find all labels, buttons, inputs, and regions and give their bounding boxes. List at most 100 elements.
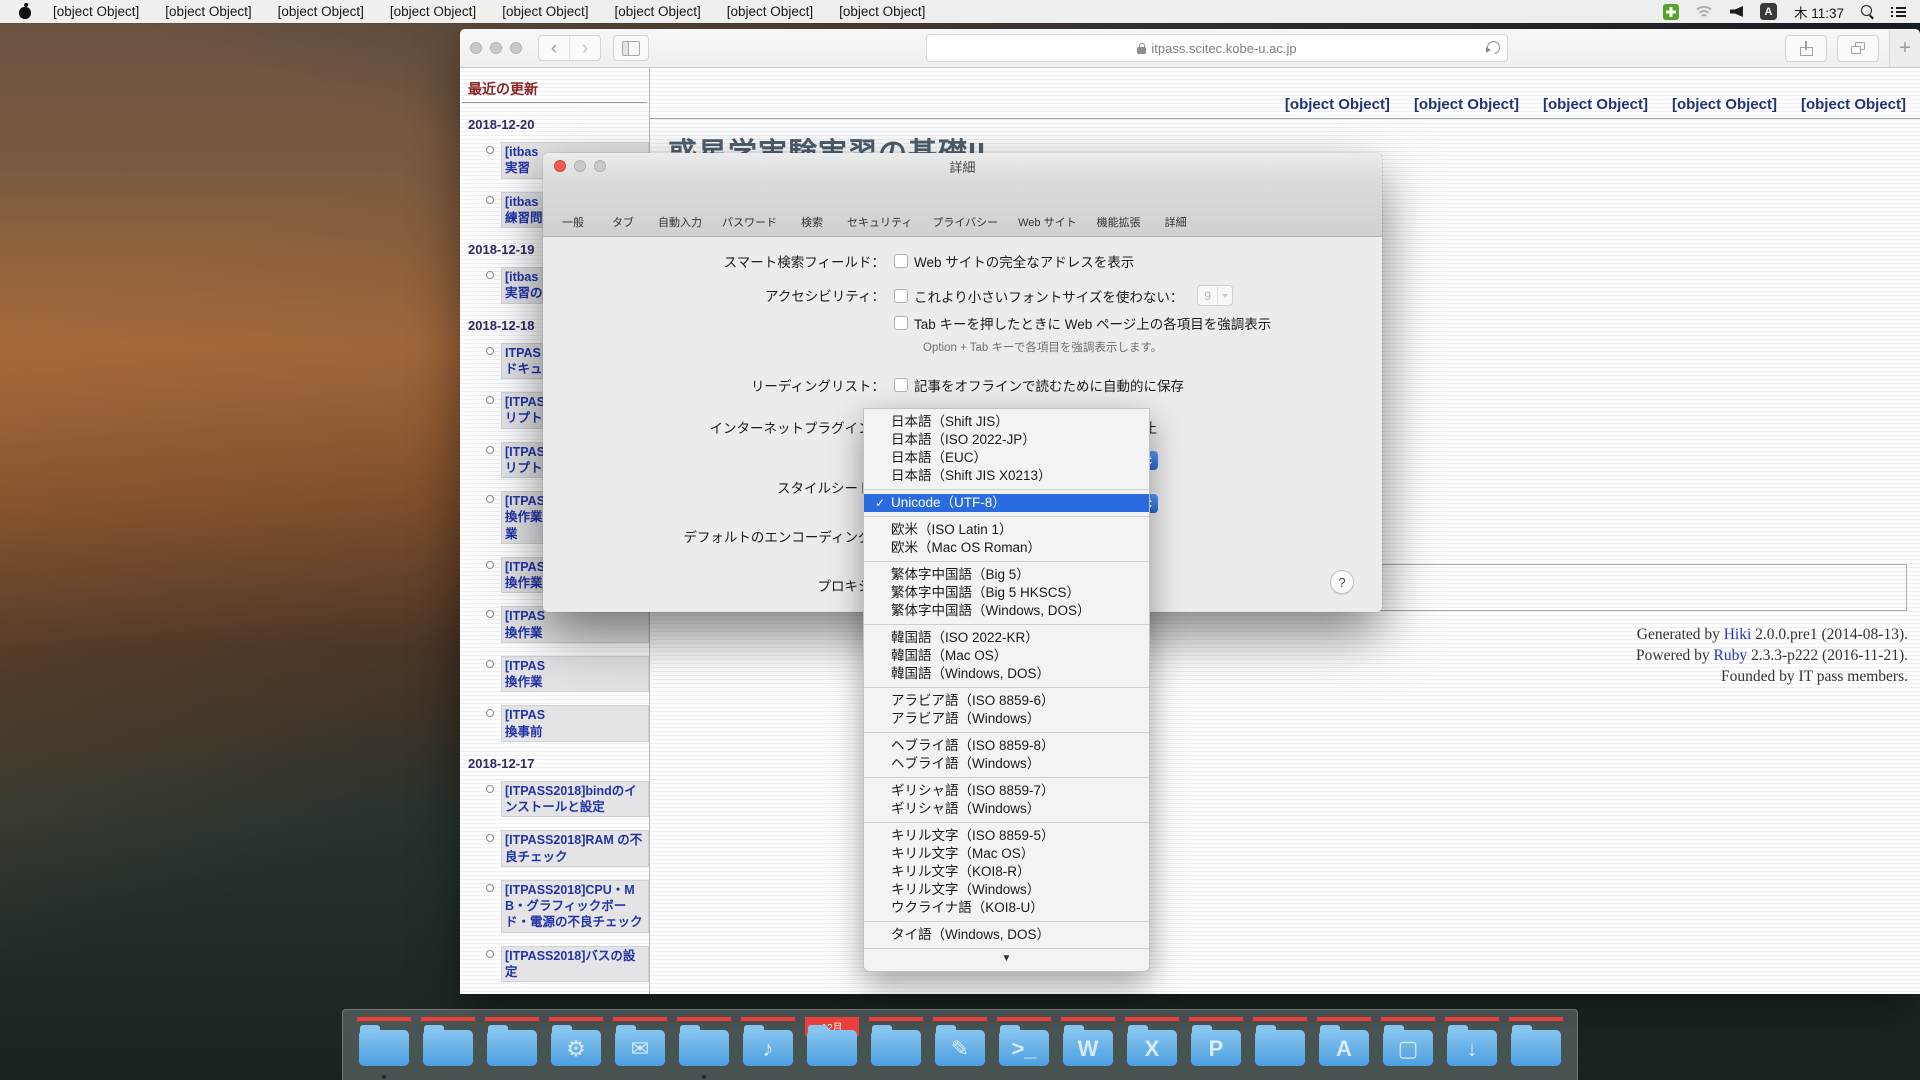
sidebar-link[interactable]: [ITPASS2018]bindのインストールと設定 (501, 781, 649, 818)
menu-item[interactable]: [object Object] (614, 4, 700, 19)
preferences-toolbar-item[interactable]: セキュリティ (842, 181, 917, 233)
menu-item[interactable]: ギリシャ語（ISO 8859-7） (864, 782, 1149, 800)
dock-item[interactable] (485, 1017, 539, 1071)
dock-item[interactable] (677, 1017, 731, 1071)
dock-item[interactable]: W (1061, 1017, 1115, 1071)
menu-item[interactable]: 日本語（EUC） (864, 449, 1149, 467)
font-size-select[interactable]: 9 (1197, 285, 1233, 306)
checkbox-box[interactable] (894, 254, 908, 268)
dock-item[interactable]: ↓ (1445, 1017, 1499, 1071)
checkbox-box[interactable] (894, 378, 908, 392)
menu-item[interactable]: キリル文字（KOI8-R） (864, 863, 1149, 881)
sidebar-link[interactable]: [ITPASS2018]バスの設定 (501, 946, 649, 983)
checkbox[interactable]: Web サイトの完全なアドレスを表示 (885, 251, 1134, 271)
menu-item[interactable]: 欧米（Mac OS Roman） (864, 539, 1149, 557)
preferences-toolbar-item[interactable]: 詳細 (1156, 181, 1196, 233)
site-nav-link[interactable]: [object Object] (1285, 96, 1390, 113)
menu-item[interactable]: ヘブライ語（Windows） (864, 755, 1149, 773)
dock-item[interactable] (357, 1017, 411, 1071)
menu-item[interactable]: 欧米（ISO Latin 1） (864, 521, 1149, 539)
close-button[interactable] (470, 42, 482, 54)
menu-item[interactable]: [object Object] (278, 4, 364, 19)
dock-item[interactable]: 12月 20 (805, 1017, 859, 1071)
dock-item[interactable]: ✎ (933, 1017, 987, 1071)
menu-item[interactable]: [object Object] (727, 4, 813, 19)
menu-item[interactable]: 日本語（ISO 2022-JP） (864, 431, 1149, 449)
site-nav-link[interactable]: [object Object] (1414, 96, 1519, 113)
preferences-toolbar-item[interactable]: タブ (603, 181, 643, 233)
menu-scroll-down[interactable]: ▼ (864, 948, 1149, 967)
menu-item[interactable]: [object Object] (839, 4, 925, 19)
help-button[interactable]: ? (1330, 570, 1354, 594)
menu-item[interactable]: 日本語（Shift JIS） (864, 413, 1149, 431)
minimize-button[interactable] (490, 42, 502, 54)
dock-item[interactable]: ⚙ (549, 1017, 603, 1071)
menu-item[interactable]: ヘブライ語（ISO 8859-8） (864, 737, 1149, 755)
back-button[interactable]: ‹ (539, 36, 569, 60)
site-nav-link[interactable]: [object Object] (1672, 96, 1777, 113)
dock-item[interactable] (1253, 1017, 1307, 1071)
sidebar-link[interactable]: [ITPASS2018]RAM の不良チェック (501, 830, 649, 867)
zoom-button[interactable] (510, 42, 522, 54)
dock-item[interactable]: ✉ (613, 1017, 667, 1071)
forward-button[interactable]: › (569, 36, 600, 60)
volume-icon[interactable] (1730, 6, 1743, 17)
menu-item[interactable]: ✓ Unicode（UTF-8） (864, 494, 1149, 512)
dock-item[interactable]: P (1189, 1017, 1243, 1071)
menu-item[interactable]: 日本語（Shift JIS X0213） (864, 467, 1149, 485)
menu-item[interactable]: [object Object] (165, 4, 251, 19)
dock-item[interactable]: A (1317, 1017, 1371, 1071)
dock-item[interactable]: ♪ (741, 1017, 795, 1071)
url-field[interactable]: itpass.scitec.kobe-u.ac.jp (926, 34, 1508, 62)
checkbox[interactable]: これより小さいフォントサイズを使わない： 9 (894, 285, 1233, 306)
spotlight-icon[interactable] (1861, 5, 1874, 18)
dock-item[interactable]: >_ (997, 1017, 1051, 1071)
dock-item[interactable]: ▢ (1381, 1017, 1435, 1071)
dock-item[interactable] (869, 1017, 923, 1071)
dock-item[interactable]: X (1125, 1017, 1179, 1071)
checkbox[interactable]: 記事をオフラインで読むために自動的に保存 (885, 375, 1184, 395)
zoom-button[interactable] (594, 160, 606, 172)
hiki-link[interactable]: Hiki (1724, 626, 1752, 643)
menu-item[interactable]: [object Object] (502, 4, 588, 19)
menu-item[interactable]: [object Object] (53, 4, 139, 19)
preferences-toolbar-item[interactable]: Web サイト (1013, 181, 1081, 233)
ruby-link[interactable]: Ruby (1714, 647, 1748, 664)
menu-item[interactable]: 繁体字中国語（Big 5 HKSCS） (864, 584, 1149, 602)
menu-item[interactable]: [object Object] (390, 4, 476, 19)
share-button[interactable] (1785, 35, 1827, 62)
site-nav-link[interactable]: [object Object] (1801, 96, 1906, 113)
apple-menu-icon[interactable] (18, 4, 33, 19)
notification-center-icon[interactable] (1891, 6, 1906, 18)
sidebar-link[interactable]: [ITPAS 換作業 (501, 656, 649, 693)
menu-item[interactable]: アラビア語（Windows） (864, 710, 1149, 728)
menu-item[interactable]: タイ語（Windows, DOS） (864, 926, 1149, 944)
input-source-icon[interactable]: A (1760, 3, 1777, 20)
checkbox-box[interactable] (894, 316, 908, 330)
menu-item[interactable]: 韓国語（Mac OS） (864, 647, 1149, 665)
checkbox[interactable]: Tab キーを押したときに Web ページ上の各項目を強調表示 (894, 313, 1271, 333)
checkbox-box[interactable] (894, 289, 908, 303)
menu-item[interactable]: アラビア語（ISO 8859-6） (864, 692, 1149, 710)
preferences-toolbar-item[interactable]: 一般 (553, 181, 593, 233)
green-status-icon[interactable] (1663, 4, 1679, 20)
menu-bar-clock[interactable]: 木 11:37 (1794, 2, 1844, 22)
preferences-toolbar-item[interactable]: 検索 (792, 181, 832, 233)
menu-item[interactable]: キリル文字（ISO 8859-5） (864, 827, 1149, 845)
menu-item[interactable]: 韓国語（Windows, DOS） (864, 665, 1149, 683)
menu-item[interactable]: 繁体字中国語（Windows, DOS） (864, 602, 1149, 620)
menu-item[interactable]: キリル文字（Windows） (864, 881, 1149, 899)
menu-item[interactable]: 韓国語（ISO 2022-KR） (864, 629, 1149, 647)
menu-item[interactable]: 繁体字中国語（Big 5） (864, 566, 1149, 584)
preferences-toolbar-item[interactable]: プライバシー (927, 181, 1003, 233)
wifi-off-icon[interactable] (1696, 6, 1713, 18)
preferences-toolbar-item[interactable]: パスワード (717, 181, 782, 233)
menu-item[interactable]: ウクライナ語（KOI8-U） (864, 899, 1149, 917)
sidebar-link[interactable]: [ITPAS 換事前 (501, 705, 649, 742)
dock-item[interactable] (1509, 1017, 1563, 1071)
menu-item[interactable]: キリル文字（Mac OS） (864, 845, 1149, 863)
dock-item[interactable] (421, 1017, 475, 1071)
reload-button[interactable] (1487, 41, 1500, 54)
close-button[interactable] (554, 160, 566, 172)
minimize-button[interactable] (574, 160, 586, 172)
